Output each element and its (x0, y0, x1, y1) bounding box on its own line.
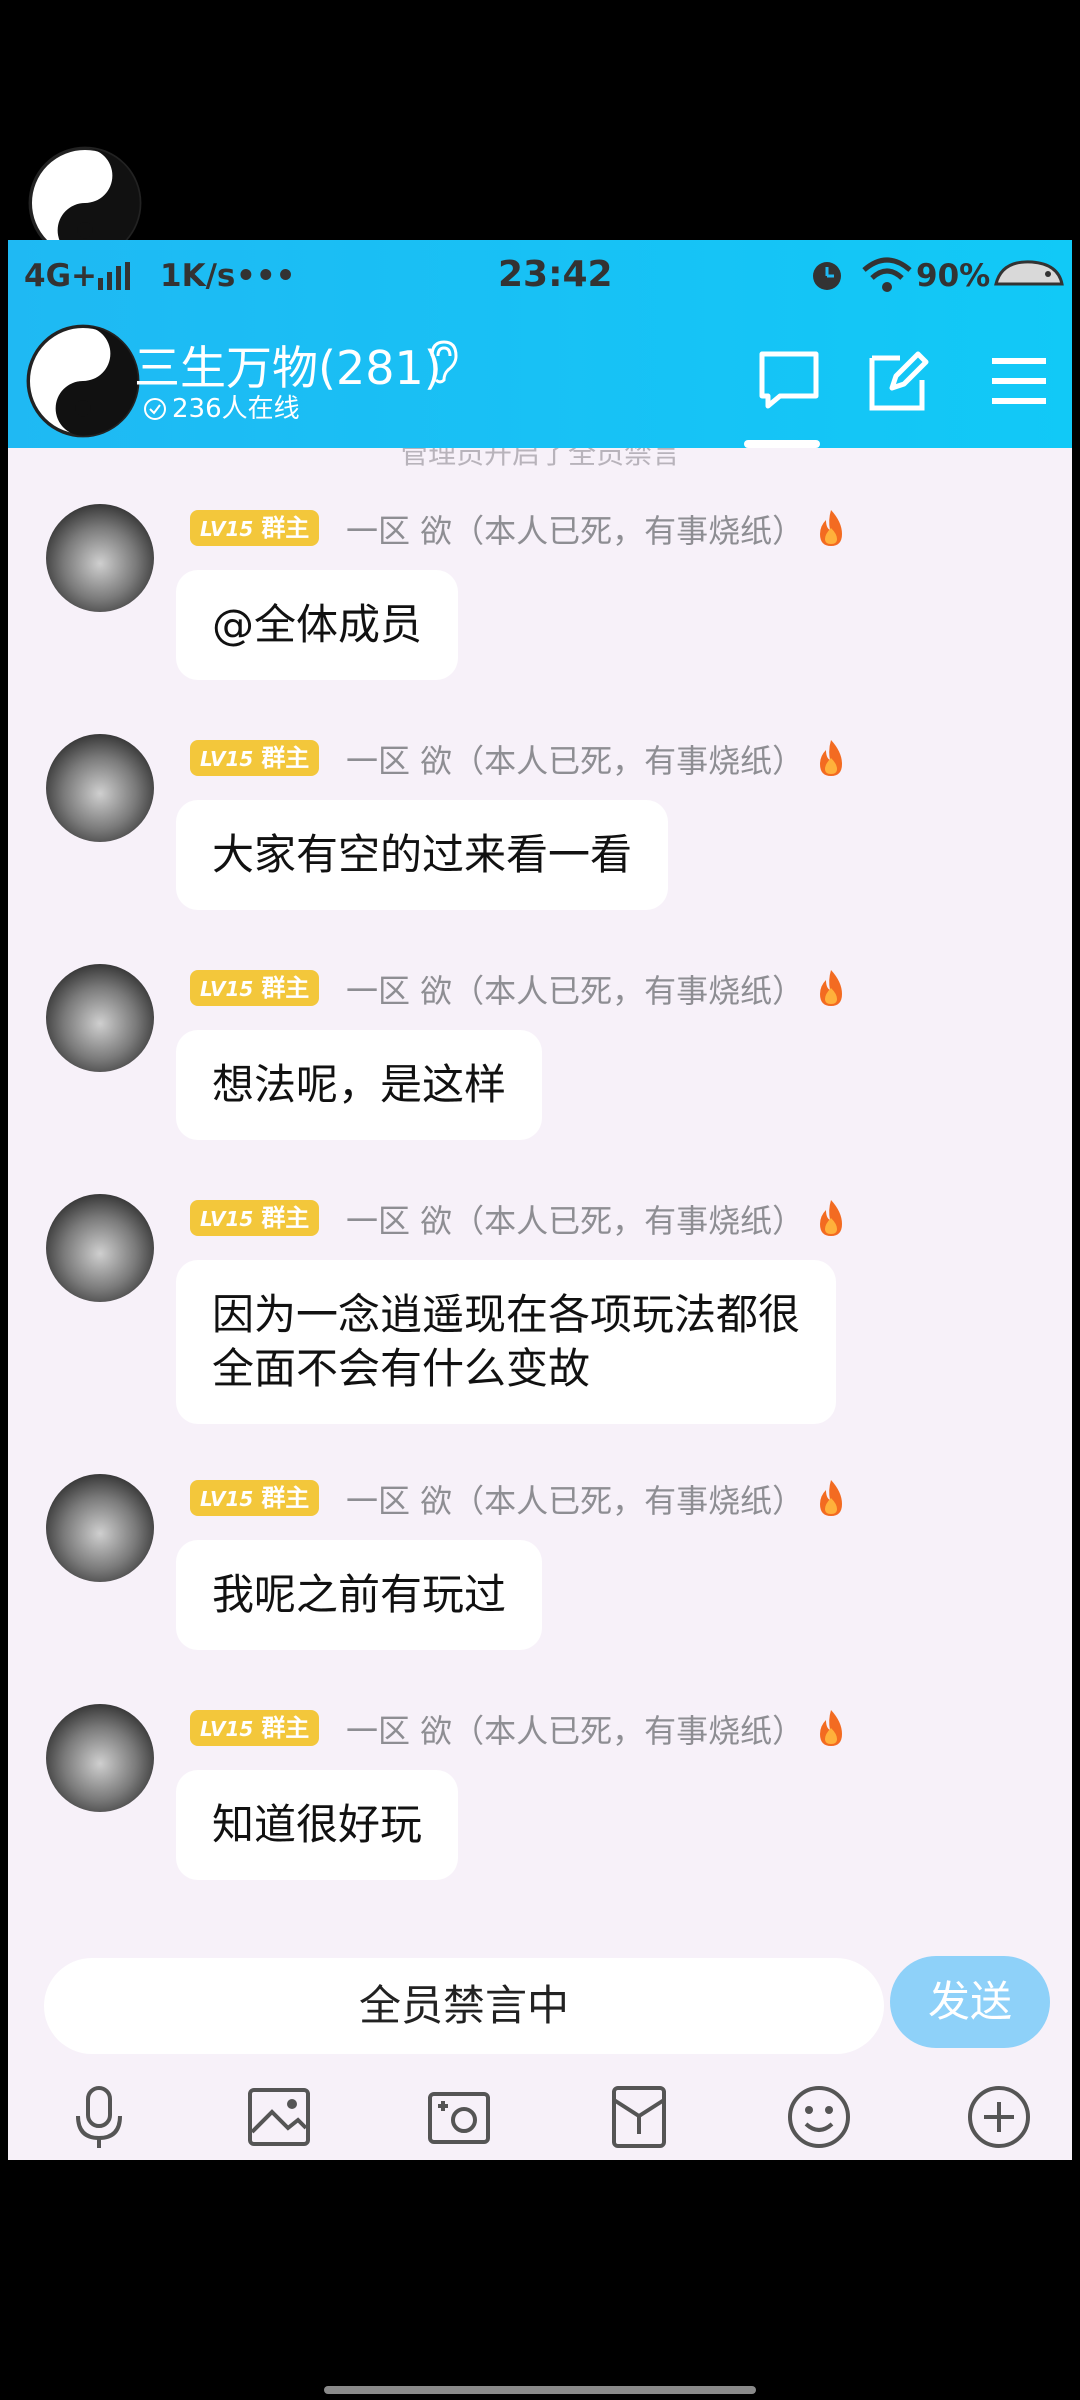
sender-avatar[interactable] (46, 1194, 154, 1302)
level-label: LV15 (200, 1207, 254, 1231)
muted-input-field: 全员禁言中 (44, 1958, 884, 2054)
message-bubble[interactable]: @全体成员 (176, 570, 459, 680)
message-bubble[interactable]: 大家有空的过来看一看 (176, 800, 669, 910)
emoji-icon[interactable] (784, 2082, 854, 2152)
status-dots: ••• (236, 258, 296, 294)
chat-screen: 4G+ 1K/s ••• 23:42 90% 三生万物(281) 236人在线 … (8, 240, 1072, 2160)
send-button[interactable]: 发送 (890, 1956, 1050, 2048)
role-label: 群主 (261, 1714, 310, 1742)
sender-name[interactable]: 一区 欲（本人已死，有事烧纸） (346, 506, 804, 552)
level-badge: LV15 群主 (190, 1480, 320, 1516)
alarm-icon (813, 262, 841, 290)
message-text: 我呢之前有玩过 (212, 1570, 507, 1619)
wifi-icon (862, 257, 912, 292)
role-label: 群主 (261, 974, 310, 1002)
online-check-icon (144, 398, 166, 420)
chat-tab-icon[interactable] (756, 348, 822, 414)
level-label: LV15 (200, 747, 254, 771)
system-notice: 管理员开启了全员禁言 (399, 448, 680, 466)
level-badge: LV15 群主 (190, 1710, 320, 1746)
header-bar: 4G+ 1K/s ••• 23:42 90% 三生万物(281) 236人在线 (8, 240, 1072, 448)
level-badge: LV15 群主 (190, 970, 320, 1006)
role-label: 群主 (261, 1204, 310, 1232)
sender-avatar[interactable] (46, 1474, 154, 1582)
message-text: 知道很好玩 (212, 1800, 423, 1849)
sender-name[interactable]: 一区 欲（本人已死，有事烧纸） (346, 1476, 804, 1522)
microphone-icon[interactable] (64, 2082, 134, 2152)
plus-icon[interactable] (964, 2082, 1034, 2152)
flame-icon (820, 1200, 842, 1236)
level-label: LV15 (200, 977, 254, 1001)
ear-icon[interactable] (424, 340, 458, 384)
message-text: 想法呢，是这样 (212, 1060, 507, 1109)
sender-name[interactable]: 一区 欲（本人已死，有事烧纸） (346, 1706, 804, 1752)
level-badge: LV15 群主 (190, 1200, 320, 1236)
role-label: 群主 (261, 514, 310, 542)
home-indicator[interactable] (324, 2386, 756, 2394)
sender-avatar[interactable] (46, 734, 154, 842)
level-badge: LV15 群主 (190, 510, 320, 546)
battery-percent: 90% (916, 258, 991, 294)
sender-name[interactable]: 一区 欲（本人已死，有事烧纸） (346, 966, 804, 1012)
role-label: 群主 (261, 1484, 310, 1512)
clock: 23:42 (498, 254, 613, 295)
level-badge: LV15 群主 (190, 740, 320, 776)
group-avatar[interactable] (26, 324, 140, 438)
role-label: 群主 (261, 744, 310, 772)
flame-icon (820, 510, 842, 546)
network-type: 4G+ (24, 258, 97, 294)
message-text: @全体成员 (212, 600, 423, 649)
net-speed: 1K/s (160, 258, 236, 294)
level-label: LV15 (200, 1717, 254, 1741)
message-text: 因为一念逍遥现在各项玩法都很 (212, 1290, 801, 1339)
red-packet-icon[interactable] (604, 2082, 674, 2152)
image-icon[interactable] (244, 2082, 314, 2152)
sender-avatar[interactable] (46, 1704, 154, 1812)
flame-icon (820, 740, 842, 776)
message-bubble[interactable]: 想法呢，是这样 (176, 1030, 543, 1140)
message-text: 大家有空的过来看一看 (212, 830, 633, 879)
message-bubble[interactable]: 知道很好玩 (176, 1770, 459, 1880)
message-bubble[interactable]: 我呢之前有玩过 (176, 1540, 543, 1650)
camera-icon[interactable] (424, 2082, 494, 2152)
edit-icon[interactable] (866, 348, 932, 414)
online-count: 236人在线 (172, 394, 300, 424)
signal-icon (98, 262, 130, 290)
message-text: 全面不会有什么变故 (212, 1344, 591, 1393)
flame-icon (820, 1710, 842, 1746)
input-bar: 全员禁言中 发送 (8, 1930, 1072, 2160)
level-label: LV15 (200, 517, 254, 541)
message-bubble[interactable]: 因为一念逍遥现在各项玩法都很 全面不会有什么变故 (176, 1260, 837, 1424)
level-label: LV15 (200, 1487, 254, 1511)
sender-avatar[interactable] (46, 964, 154, 1072)
flame-icon (820, 1480, 842, 1516)
menu-icon[interactable] (986, 348, 1052, 414)
flame-icon (820, 970, 842, 1006)
sender-avatar[interactable] (46, 504, 154, 612)
active-tab-indicator (744, 440, 820, 448)
sender-name[interactable]: 一区 欲（本人已死，有事烧纸） (346, 1196, 804, 1242)
battery-whale-icon (994, 260, 1064, 286)
sender-name[interactable]: 一区 欲（本人已死，有事烧纸） (346, 736, 804, 782)
